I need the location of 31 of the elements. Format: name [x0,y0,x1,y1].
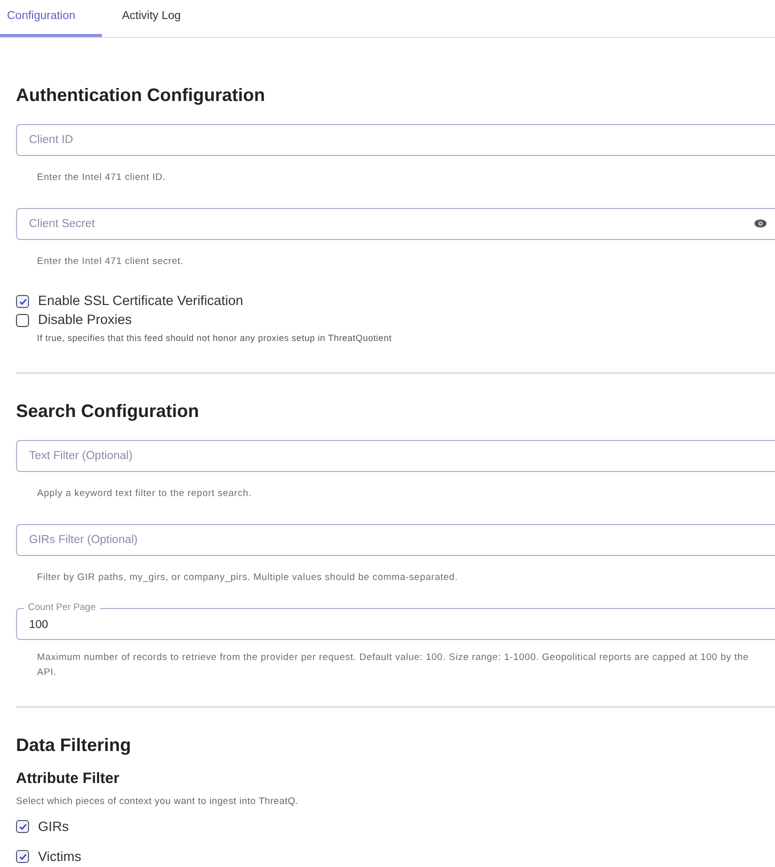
input-field[interactable]: Text Filter (Optional) [16,440,775,472]
checkbox-label: GIRs [38,818,69,836]
checkmark-icon [18,298,26,306]
section-heading: Search Configuration [16,400,200,423]
checkbox[interactable] [16,820,29,834]
help-text: Maximum number of records to retrieve from the provider per request. Default value: 100. Size range: 1-1000. Geopolitical reports are capped at 100 by the API. [36,650,750,680]
input-field[interactable]: Client Secret [16,208,775,240]
tab[interactable]: Configuration [0,0,102,37]
subheading: Attribute Filter [16,768,120,788]
eye-icon[interactable] [754,219,767,228]
checkbox[interactable] [16,850,29,864]
checkbox-label: Enable SSL Certificate Verification [38,292,244,310]
checkmark-icon [18,822,26,831]
checkbox[interactable] [16,314,29,327]
checkbox-label: Victims [38,848,82,866]
checkmark-icon [18,852,26,861]
field-label: Count Per Page [24,602,100,612]
tab[interactable]: Activity Log [102,0,181,37]
checkbox[interactable] [16,295,29,308]
input-field[interactable]: GIRs Filter (Optional) [16,524,775,556]
help-text: Enter the Intel 471 client secret. [36,255,185,269]
help-text: Apply a keyword text filter to the report search. [36,486,253,500]
input-field[interactable]: Client ID [16,124,775,156]
description-text: Select which pieces of context you want to ingest into ThreatQ. [16,795,300,809]
help-text: Enter the Intel 471 client ID. [36,171,167,185]
help-text: If true, specifies that this feed should not honor any proxies setup in ThreatQuotient [36,332,393,345]
checkbox-label: Disable Proxies [38,311,132,330]
section-heading: Data Filtering [16,734,132,757]
section-heading: Authentication Configuration [16,84,266,107]
field-value: 100 [29,618,48,633]
help-text: Filter by GIR paths, my_girs, or company_pirs. Multiple values should be comma-separated. [36,570,459,584]
